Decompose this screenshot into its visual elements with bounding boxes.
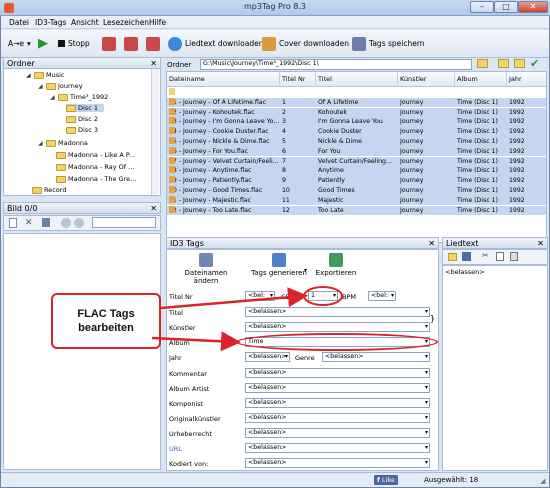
lyrics-toolbar <box>442 249 548 265</box>
copy-icon[interactable] <box>496 252 504 261</box>
lyrics-panel-close[interactable]: ✕ <box>537 238 544 249</box>
facebook-icon: f <box>377 476 380 484</box>
lyrics-value: <belassen> <box>445 268 485 276</box>
selection-count: Ausgewählt: 18 <box>424 476 479 484</box>
like-label: Like <box>381 476 395 484</box>
lyrics-panel-header: Liedtext ✕ <box>442 237 548 249</box>
callout-arrow-cd <box>160 287 308 310</box>
resize-grip-icon[interactable]: ◢ <box>540 477 545 485</box>
callout-arrow-album <box>151 331 241 352</box>
lyrics-panel-title: Liedtext <box>446 239 479 248</box>
facebook-like-button[interactable]: f Like <box>374 475 398 485</box>
save-lyrics-icon[interactable] <box>462 252 471 261</box>
cut-icon[interactable]: ✂ <box>482 251 489 260</box>
open-lyrics-icon[interactable] <box>448 253 457 261</box>
lyrics-textarea[interactable]: <belassen> <box>442 265 548 471</box>
paste-icon[interactable] <box>510 252 518 261</box>
